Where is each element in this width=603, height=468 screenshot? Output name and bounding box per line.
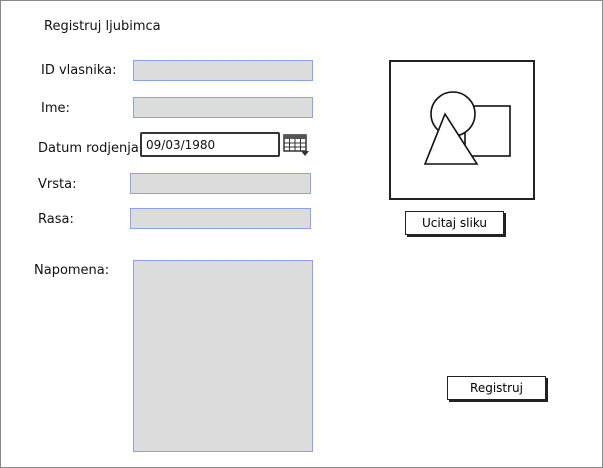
load-image-button[interactable]: Ucitaj sliku — [405, 211, 504, 235]
name-label: Ime: — [41, 101, 70, 116]
birth-date-input[interactable] — [142, 134, 278, 155]
register-button[interactable]: Registruj — [447, 376, 546, 400]
owner-id-label: ID vlasnika: — [41, 63, 117, 78]
note-label: Napomena: — [34, 263, 110, 278]
owner-id-field[interactable] — [133, 60, 313, 81]
image-placeholder-icon — [423, 91, 511, 165]
breed-label: Rasa: — [38, 212, 74, 227]
note-textarea[interactable] — [133, 260, 313, 452]
name-field[interactable] — [133, 97, 313, 118]
birth-date-label: Datum rodjenja: — [38, 141, 144, 156]
image-preview — [389, 60, 535, 200]
species-label: Vrsta: — [38, 177, 77, 192]
species-field[interactable] — [130, 173, 311, 194]
page-title: Registruj ljubimca — [44, 19, 161, 34]
birth-date-field[interactable] — [140, 132, 280, 157]
breed-field[interactable] — [130, 208, 311, 229]
calendar-icon[interactable] — [283, 133, 311, 157]
